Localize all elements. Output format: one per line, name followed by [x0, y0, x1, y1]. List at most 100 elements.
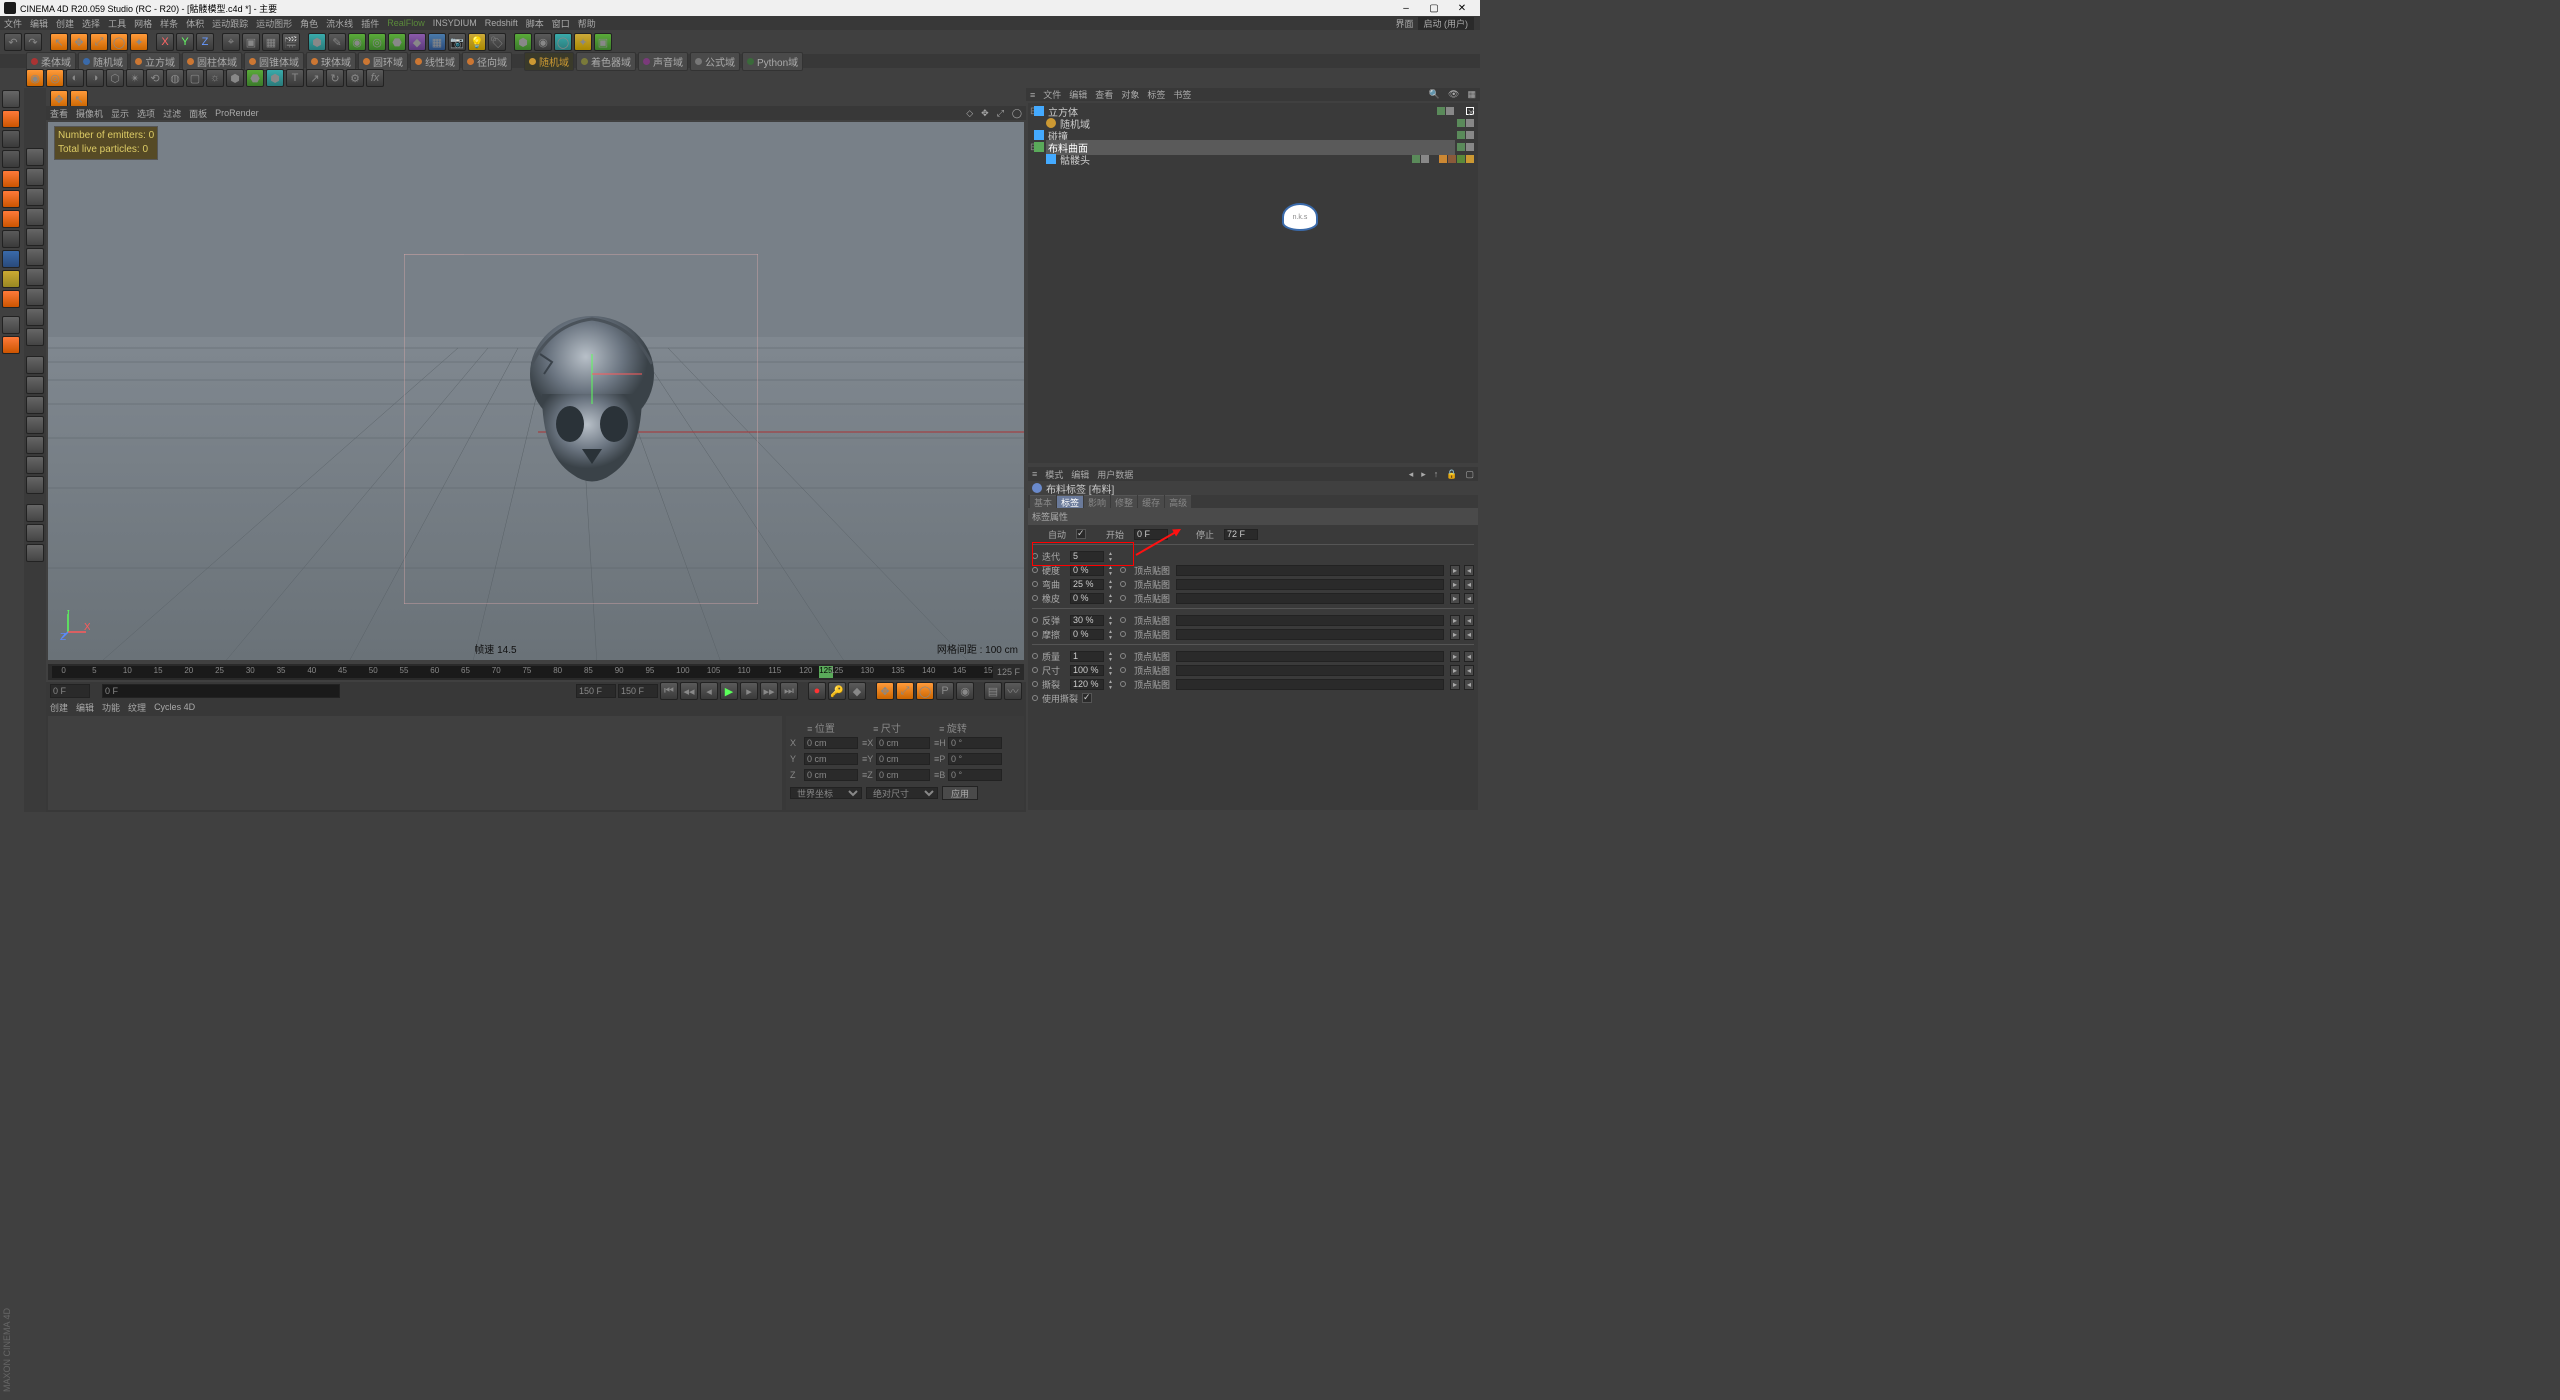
- vp-nav-3[interactable]: ⤢: [997, 108, 1004, 119]
- field-cylinder[interactable]: 圆柱体域: [182, 52, 242, 71]
- icon-btn-10[interactable]: ☼: [206, 69, 224, 87]
- spinner[interactable]: ▲▼: [1108, 615, 1116, 626]
- recent-tool[interactable]: ✦: [130, 33, 148, 51]
- om-file[interactable]: 文件: [1043, 88, 1061, 101]
- field-sound[interactable]: 声音域: [638, 52, 688, 71]
- icon-btn-13[interactable]: ⬢: [266, 69, 284, 87]
- field-sphere[interactable]: 球体域: [306, 52, 356, 71]
- menu-motiontrack[interactable]: 运动跟踪: [212, 17, 248, 30]
- render-view-button[interactable]: ▣: [242, 33, 260, 51]
- map-browse-button[interactable]: ▸: [1450, 565, 1460, 576]
- map-slot[interactable]: [1176, 665, 1444, 676]
- menu-edit[interactable]: 编辑: [30, 17, 48, 30]
- attr-mode[interactable]: 模式: [1045, 468, 1063, 481]
- coord-z-input[interactable]: [804, 769, 858, 781]
- tag-button[interactable]: 🏷: [488, 33, 506, 51]
- attr-lock-icon[interactable]: 🔒: [1446, 469, 1457, 480]
- spinner[interactable]: ▲▼: [1108, 565, 1116, 576]
- param-value-input[interactable]: [1070, 593, 1104, 604]
- icon-btn-12[interactable]: ⬣: [246, 69, 264, 87]
- plugin3-button[interactable]: ✦: [574, 33, 592, 51]
- key-scale-button[interactable]: ⤢: [896, 682, 914, 700]
- om-eye-icon[interactable]: 👁: [1448, 89, 1459, 100]
- tab-function[interactable]: 功能: [102, 701, 120, 714]
- time-frame-input[interactable]: [576, 684, 616, 698]
- undo-button[interactable]: ↶: [4, 33, 22, 51]
- tab-edit[interactable]: 编辑: [76, 701, 94, 714]
- field-box[interactable]: 立方域: [130, 52, 180, 71]
- coord-sx-input[interactable]: [876, 737, 930, 749]
- menu-pipeline[interactable]: 流水线: [326, 17, 353, 30]
- vp-menu-camera[interactable]: 摄像机: [76, 107, 103, 120]
- coord-h-input[interactable]: [948, 737, 1002, 749]
- goto-start-button[interactable]: ⏮: [660, 682, 678, 700]
- param-value-input[interactable]: [1070, 615, 1104, 626]
- map-clear-button[interactable]: ◂: [1464, 629, 1474, 640]
- attr-nav-up[interactable]: ↑: [1434, 469, 1439, 479]
- menu-character[interactable]: 角色: [300, 17, 318, 30]
- model-mode-button[interactable]: [2, 110, 20, 128]
- vp-menu-prorender[interactable]: ProRender: [215, 108, 259, 118]
- icon-btn-15[interactable]: ↗: [306, 69, 324, 87]
- vp-menu-display[interactable]: 显示: [111, 107, 129, 120]
- auto-checkbox[interactable]: [1076, 529, 1086, 539]
- stop-frame-input[interactable]: [1224, 529, 1258, 540]
- field-radial[interactable]: 径向域: [462, 52, 512, 71]
- coord-x-input[interactable]: [804, 737, 858, 749]
- render-settings-button[interactable]: 🎬: [282, 33, 300, 51]
- snap-settings-button[interactable]: [2, 316, 20, 334]
- coord-mode1-select[interactable]: 世界坐标: [790, 787, 862, 799]
- icon-btn-8[interactable]: ◍: [166, 69, 184, 87]
- mesh-check8-button[interactable]: [26, 524, 44, 542]
- attr-tab-cache[interactable]: 缓存: [1138, 495, 1164, 508]
- vp-nav-4[interactable]: ◯: [1012, 108, 1022, 119]
- texture-mode-button[interactable]: [2, 130, 20, 148]
- icon-btn-1[interactable]: ◉: [26, 69, 44, 87]
- icon-btn-4[interactable]: ◑: [86, 69, 104, 87]
- om-filter-icon[interactable]: ▦: [1467, 89, 1476, 100]
- mesh-check5-button[interactable]: [26, 456, 44, 474]
- prev-frame-button[interactable]: ◂: [700, 682, 718, 700]
- tab-texture[interactable]: 纹理: [128, 701, 146, 714]
- key-pos-button[interactable]: ✥: [876, 682, 894, 700]
- axis-x-toggle[interactable]: X: [156, 33, 174, 51]
- icon-btn-2[interactable]: ◎: [46, 69, 64, 87]
- poly-mode-button[interactable]: [2, 210, 20, 228]
- map-slot[interactable]: [1176, 593, 1444, 604]
- map-browse-button[interactable]: ▸: [1450, 665, 1460, 676]
- om-bookmarks[interactable]: 书签: [1173, 88, 1191, 101]
- menu-realflow[interactable]: RealFlow: [387, 18, 425, 28]
- param-value-input[interactable]: [1070, 579, 1104, 590]
- field-linear[interactable]: 线性域: [410, 52, 460, 71]
- field-torus[interactable]: 圆环域: [358, 52, 408, 71]
- menu-mesh[interactable]: 网格: [134, 17, 152, 30]
- camera-button[interactable]: 📷: [448, 33, 466, 51]
- snap-edge-button[interactable]: [26, 188, 44, 206]
- coord-mode2-select[interactable]: 绝对尺寸: [866, 787, 938, 799]
- mesh-check-button[interactable]: [26, 376, 44, 394]
- attr-edit[interactable]: 编辑: [1071, 468, 1089, 481]
- map-clear-button[interactable]: ◂: [1464, 593, 1474, 604]
- axis-mode-button[interactable]: [2, 250, 20, 268]
- map-browse-button[interactable]: ▸: [1450, 615, 1460, 626]
- map-clear-button[interactable]: ◂: [1464, 615, 1474, 626]
- time-start-input[interactable]: [50, 684, 90, 698]
- redo-button[interactable]: ↷: [24, 33, 42, 51]
- primitive-button[interactable]: ⬢: [308, 33, 326, 51]
- key-rot-button[interactable]: ◯: [916, 682, 934, 700]
- scale-tool[interactable]: ⤢: [90, 33, 108, 51]
- snap-workplane-button[interactable]: [26, 308, 44, 326]
- menu-script[interactable]: 脚本: [526, 17, 544, 30]
- icon-btn-18[interactable]: fx: [366, 69, 384, 87]
- key-param-button[interactable]: P: [936, 682, 954, 700]
- map-browse-button[interactable]: ▸: [1450, 679, 1460, 690]
- map-clear-button[interactable]: ◂: [1464, 579, 1474, 590]
- rotate-tool[interactable]: ◯: [110, 33, 128, 51]
- mesh-check7-button[interactable]: [26, 504, 44, 522]
- field-group[interactable]: 柔体域: [26, 52, 76, 71]
- menu-insydium[interactable]: INSYDIUM: [433, 18, 477, 28]
- key-pla-button[interactable]: ◉: [956, 682, 974, 700]
- attr-tab-basic[interactable]: 基本: [1030, 495, 1056, 508]
- map-clear-button[interactable]: ◂: [1464, 565, 1474, 576]
- map-slot[interactable]: [1176, 565, 1444, 576]
